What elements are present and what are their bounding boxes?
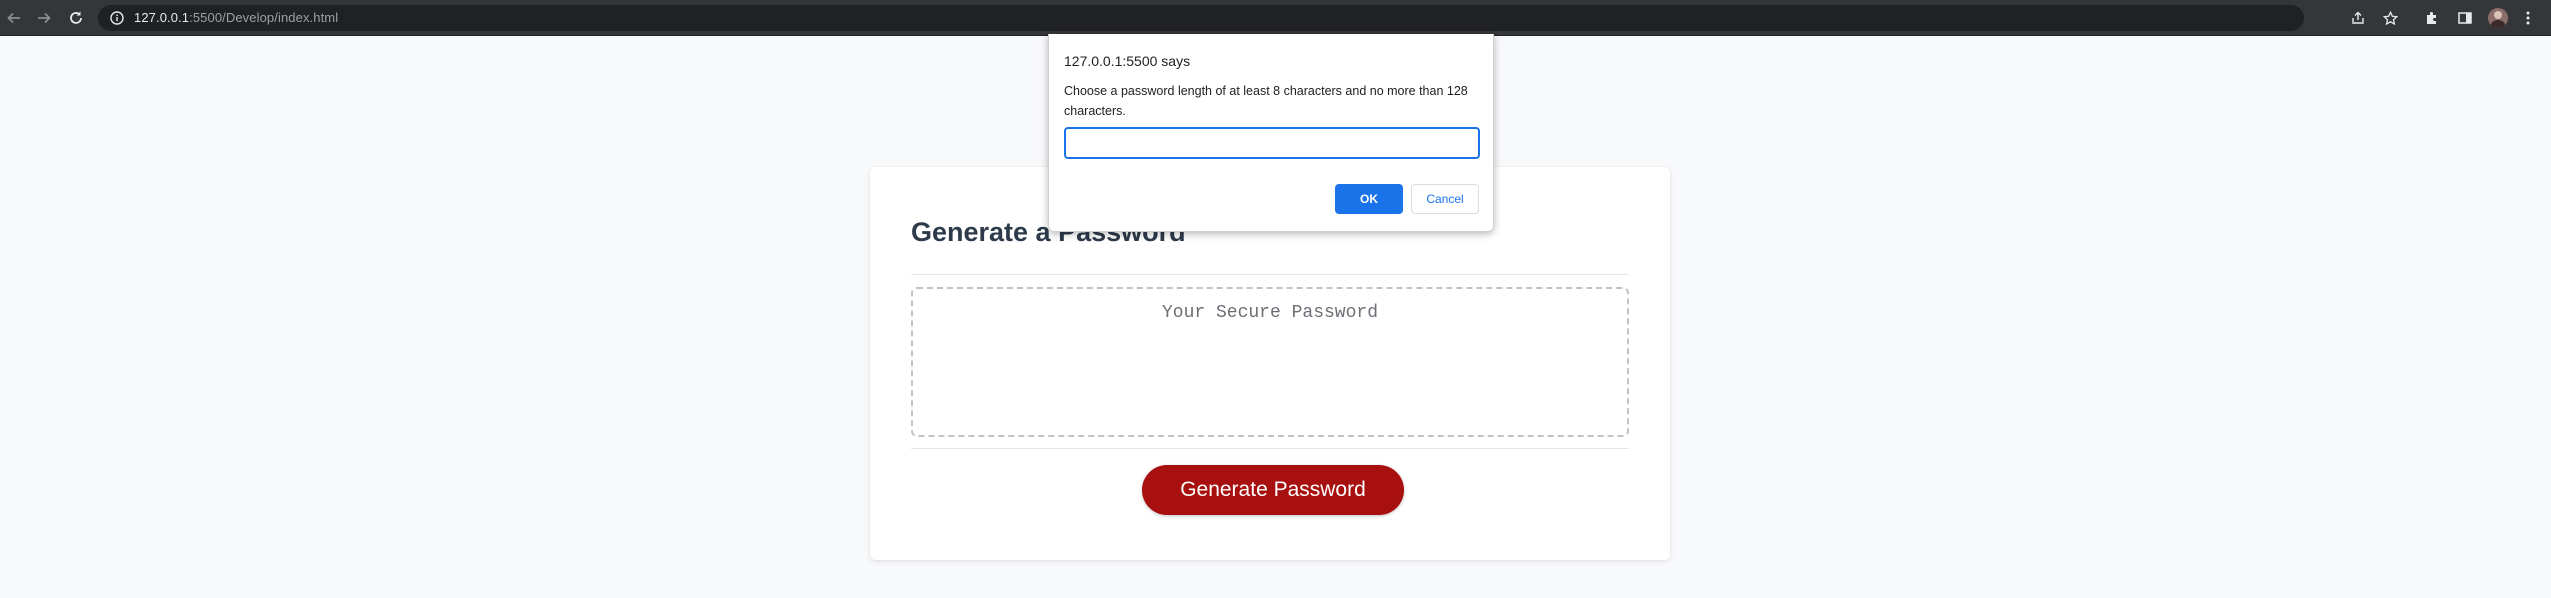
prompt-dialog: 127.0.0.1:5500 says Choose a password le… <box>1048 34 1494 232</box>
forward-arrow-icon[interactable] <box>32 6 56 30</box>
browser-toolbar: 127.0.0.1:5500/Develop/index.html <box>0 0 2551 36</box>
header-divider <box>911 274 1629 275</box>
url-path: :5500/Develop/index.html <box>189 10 339 25</box>
profile-avatar[interactable] <box>2488 8 2508 28</box>
url-text[interactable]: 127.0.0.1:5500/Develop/index.html <box>134 10 338 25</box>
cancel-button[interactable]: Cancel <box>1411 184 1479 214</box>
url-host: 127.0.0.1 <box>134 10 190 25</box>
footer-divider <box>911 448 1629 449</box>
menu-kebab-icon[interactable] <box>2516 6 2540 30</box>
back-arrow-icon[interactable] <box>2 6 26 30</box>
dialog-message: Choose a password length of at least 8 c… <box>1064 84 1468 118</box>
share-icon[interactable] <box>2349 9 2367 27</box>
password-output[interactable] <box>911 287 1629 437</box>
reload-icon[interactable] <box>64 6 88 30</box>
side-panel-icon[interactable] <box>2453 6 2477 30</box>
site-info-icon[interactable] <box>108 9 126 27</box>
address-bar[interactable]: 127.0.0.1:5500/Develop/index.html <box>98 5 2398 31</box>
extensions-puzzle-icon[interactable] <box>2420 6 2444 30</box>
dialog-input[interactable] <box>1064 127 1480 159</box>
generate-password-button[interactable]: Generate Password <box>1142 465 1404 515</box>
dialog-origin: 127.0.0.1:5500 says <box>1064 53 1191 69</box>
ok-button[interactable]: OK <box>1335 184 1403 214</box>
bookmark-star-icon[interactable] <box>2381 9 2399 27</box>
